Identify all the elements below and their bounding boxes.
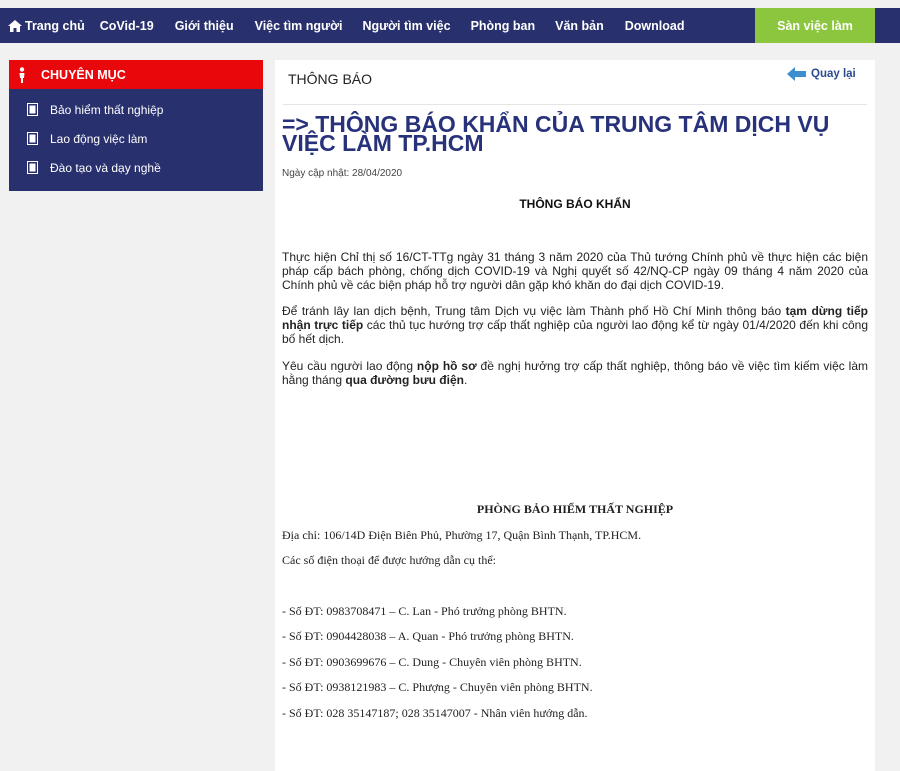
updated-date: Ngày cập nhật: 28/04/2020 — [282, 168, 403, 179]
back-label: Quay lại — [811, 68, 856, 80]
phone-line: - Số ĐT: 0938121983 – C. Phượng - Chuyên… — [282, 680, 593, 694]
bold-text: qua đường bưu điện — [345, 373, 464, 387]
paragraph-submission: Yêu cầu người lao động nộp hồ sơ đề nghị… — [282, 359, 868, 387]
sidebar-item-label: Đào tạo và dạy nghề — [50, 160, 161, 175]
section-title: THÔNG BÁO — [288, 71, 373, 87]
back-arrow-icon — [787, 67, 806, 81]
document-icon — [27, 161, 38, 174]
article-headline: => THÔNG BÁO KHẨN CỦA TRUNG TÂM DỊCH VỤ … — [282, 111, 830, 156]
nav-download[interactable]: Download — [625, 8, 685, 43]
person-icon — [19, 66, 25, 83]
phone-line: - Số ĐT: 0904428038 – A. Quan - Phó trưở… — [282, 629, 574, 643]
home-icon — [8, 19, 22, 32]
back-link[interactable]: Quay lại — [787, 67, 856, 81]
phone-line: - Số ĐT: 0903699676 – C. Dung - Chuyên v… — [282, 655, 582, 669]
notice-title: THÔNG BÁO KHẨN — [519, 197, 631, 211]
text: các thủ tục hướng trợ cấp thất nghiệp củ… — [282, 318, 868, 346]
document-icon — [27, 132, 38, 145]
sidebar-item-unemployment-insurance[interactable]: Bảo hiểm thất nghiệp — [9, 95, 263, 124]
top-nav-bar: Trang chủ CoVid-19 Giới thiệu Việc tìm n… — [0, 8, 900, 43]
text: Yêu cầu người lao động — [282, 359, 417, 373]
text: . — [463, 373, 468, 387]
category-sidebar: CHUYÊN MỤC Bảo hiểm thất nghiệp Lao động… — [9, 60, 263, 191]
sidebar-header: CHUYÊN MỤC — [9, 60, 263, 89]
paragraph-directive: Thực hiện Chỉ thị số 16/CT-TTg ngày 31 t… — [282, 250, 868, 292]
office-title: PHÒNG BẢO HIỂM THẤT NGHIỆP — [476, 502, 674, 516]
divider — [283, 104, 867, 105]
sidebar-item-label: Lao động việc làm — [50, 131, 148, 146]
main-nav: Trang chủ CoVid-19 Giới thiệu Việc tìm n… — [0, 8, 684, 43]
article-panel: THÔNG BÁO Quay lại => THÔNG BÁO KHẨN CỦA… — [275, 60, 875, 771]
paragraph-suspension: Để tránh lây lan dịch bệnh, Trung tâm Dị… — [282, 304, 868, 346]
nav-find-job[interactable]: Người tìm việc — [362, 8, 450, 43]
sidebar-item-labor-employment[interactable]: Lao động việc làm — [9, 124, 263, 153]
nav-label: Trang chủ — [25, 18, 85, 33]
nav-departments[interactable]: Phòng ban — [471, 8, 536, 43]
office-address: Địa chỉ: 106/14D Điện Biên Phủ, Phường 1… — [282, 528, 642, 542]
sidebar-list: Bảo hiểm thất nghiệp Lao động việc làm Đ… — [9, 89, 263, 182]
sidebar-item-label: Bảo hiểm thất nghiệp — [50, 102, 164, 117]
nav-about[interactable]: Giới thiệu — [175, 8, 234, 43]
nav-documents[interactable]: Văn bản — [555, 8, 604, 43]
nav-home[interactable]: Trang chủ — [8, 8, 85, 43]
phones-intro: Các số điện thoại để được hướng dẫn cụ t… — [282, 553, 496, 567]
job-exchange-button[interactable]: Sàn việc làm — [755, 8, 875, 43]
nav-covid[interactable]: CoVid-19 — [100, 8, 154, 43]
nav-find-worker[interactable]: Việc tìm người — [255, 8, 343, 43]
bold-text: nộp hồ sơ — [416, 359, 477, 373]
sidebar-title: CHUYÊN MỤC — [41, 67, 126, 82]
text: Để tránh lây lan dịch bệnh, Trung tâm Dị… — [282, 304, 786, 318]
phone-line: - Số ĐT: 0983708471 – C. Lan - Phó trưởn… — [282, 604, 567, 618]
document-icon — [27, 103, 38, 116]
phone-line: - Số ĐT: 028 35147187; 028 35147007 - Nh… — [282, 706, 588, 720]
sidebar-item-vocational-training[interactable]: Đào tạo và dạy nghề — [9, 153, 263, 182]
